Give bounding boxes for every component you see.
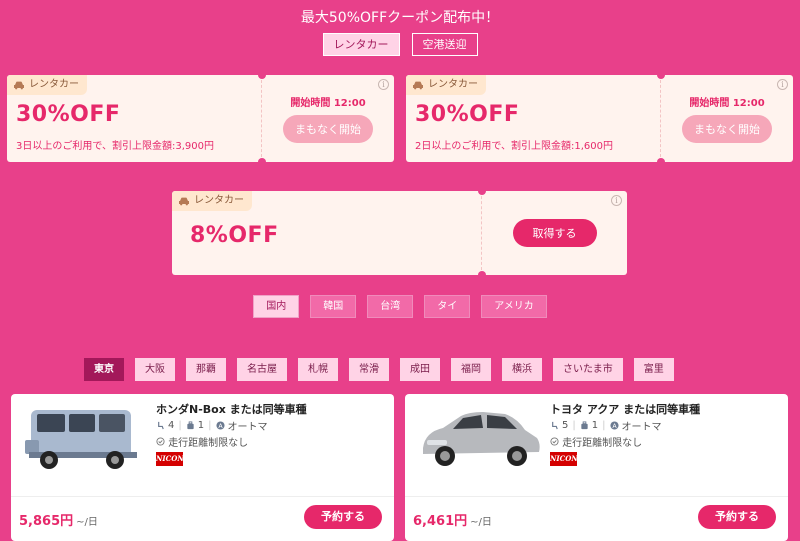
coupon-tag-label: レンタカー xyxy=(194,195,244,206)
car-name: ホンダN-Box または同等車種 xyxy=(156,403,307,416)
price-value: 6,461円 xyxy=(413,514,468,529)
price-unit: ~/日 xyxy=(76,517,98,528)
coupon-action: i 開始時間 12:00 まもなく開始 xyxy=(258,71,394,166)
coupon-notch xyxy=(258,71,266,79)
price-unit: ~/日 xyxy=(470,517,492,528)
divider xyxy=(11,496,394,497)
coupon-main: レンタカー 8%OFF xyxy=(172,191,481,275)
coupon-tag: レンタカー xyxy=(7,75,87,95)
city-tab[interactable]: 名古屋 xyxy=(237,358,287,381)
city-tab[interactable]: 札幌 xyxy=(298,358,338,381)
brand-logo: NICONICO xyxy=(156,452,199,466)
automatic-icon: A xyxy=(215,421,225,430)
seat-count: 5 xyxy=(562,420,569,431)
luggage-count: 1 xyxy=(197,420,205,431)
coupon-discount: 30%OFF xyxy=(415,102,520,127)
check-circle-icon xyxy=(550,437,559,446)
category-tabs: レンタカー 空港送迎 xyxy=(0,33,800,56)
coupon-card: レンタカー 8%OFF i 取得する xyxy=(172,187,627,279)
coupon-notch xyxy=(657,71,665,79)
divider xyxy=(405,496,788,497)
price: 6,461円 ~/日 xyxy=(413,510,492,529)
mileage-label: 走行距離制限なし xyxy=(168,438,249,449)
city-tab[interactable]: 那覇 xyxy=(186,358,226,381)
mileage-info: 走行距離制限なし xyxy=(156,434,248,449)
tab-airport-transfer[interactable]: 空港送迎 xyxy=(411,33,478,56)
coupon-condition: 3日以上のご利用で、割引上限金額:3,900円 xyxy=(16,141,214,152)
coupon-tag-label: レンタカー xyxy=(428,79,478,90)
coupon-notch xyxy=(478,187,486,195)
tab-country-usa[interactable]: アメリカ xyxy=(481,295,547,318)
coupon-tag: レンタカー xyxy=(406,75,486,95)
coming-soon-button[interactable]: まもなく開始 xyxy=(682,115,772,143)
coupon-tag: レンタカー xyxy=(172,191,252,211)
coupon-condition: 2日以上のご利用で、割引上限金額:1,600円 xyxy=(415,141,613,152)
city-tab[interactable]: 横浜 xyxy=(502,358,542,381)
car-card[interactable]: トヨタ アクア または同等車種 5 | 1 | A オートマ 走行距離制限なし … xyxy=(405,394,788,541)
city-tab[interactable]: 東京 xyxy=(84,358,124,381)
svg-text:A: A xyxy=(612,423,617,430)
city-tabs: 東京 大阪 那覇 名古屋 札幌 常滑 成田 福岡 横浜 さいたま市 富里 xyxy=(84,358,674,381)
transmission: オートマ xyxy=(621,422,662,433)
car-image xyxy=(413,402,548,472)
coupon-notch xyxy=(258,158,266,166)
book-button[interactable]: 予約する xyxy=(698,505,776,529)
price-value: 5,865円 xyxy=(19,514,74,529)
country-tabs: 国内 韓国 台湾 タイ アメリカ xyxy=(0,295,800,318)
svg-text:A: A xyxy=(218,423,223,430)
transmission: オートマ xyxy=(227,422,268,433)
coupon-card: レンタカー 30%OFF 2日以上のご利用で、割引上限金額:1,600円 i 開… xyxy=(406,71,793,166)
coupon-main: レンタカー 30%OFF 3日以上のご利用で、割引上限金額:3,900円 xyxy=(7,75,261,162)
coupon-notch xyxy=(478,271,486,279)
mileage-info: 走行距離制限なし xyxy=(550,434,642,449)
city-tab[interactable]: 成田 xyxy=(400,358,440,381)
coupon-main: レンタカー 30%OFF 2日以上のご利用で、割引上限金額:1,600円 xyxy=(406,75,660,162)
luggage-count: 1 xyxy=(591,420,599,431)
city-tab[interactable]: 常滑 xyxy=(349,358,389,381)
coupon-card: レンタカー 30%OFF 3日以上のご利用で、割引上限金額:3,900円 i 開… xyxy=(7,71,394,166)
luggage-icon xyxy=(187,421,194,430)
car-specs: 4 | 1 | A オートマ xyxy=(156,418,268,433)
info-icon[interactable]: i xyxy=(378,79,389,90)
brand-logo: NICONICO xyxy=(550,452,593,466)
coupon-tag-label: レンタカー xyxy=(29,79,79,90)
info-icon[interactable]: i xyxy=(777,79,788,90)
claim-coupon-button[interactable]: 取得する xyxy=(512,219,597,247)
car-icon xyxy=(412,81,424,90)
tab-country-korea[interactable]: 韓国 xyxy=(310,295,357,318)
seat-icon xyxy=(158,421,164,430)
luggage-icon xyxy=(581,421,588,430)
car-image xyxy=(19,402,154,472)
car-card[interactable]: ホンダN-Box または同等車種 4 | 1 | A オートマ 走行距離制限なし… xyxy=(11,394,394,541)
coupon-start-time: 開始時間 12:00 xyxy=(689,98,765,109)
seat-icon xyxy=(552,421,558,430)
coupon-notch xyxy=(657,158,665,166)
automatic-icon: A xyxy=(609,421,619,430)
coupon-action: i 取得する xyxy=(478,187,627,279)
car-specs: 5 | 1 | A オートマ xyxy=(550,418,662,433)
coupon-start-time: 開始時間 12:00 xyxy=(290,98,366,109)
car-icon xyxy=(178,197,190,206)
tab-country-taiwan[interactable]: 台湾 xyxy=(367,295,414,318)
price: 5,865円 ~/日 xyxy=(19,510,98,529)
city-tab[interactable]: 富里 xyxy=(633,358,674,381)
car-icon xyxy=(13,81,25,90)
seat-count: 4 xyxy=(168,420,175,431)
check-circle-icon xyxy=(156,437,165,446)
city-tab[interactable]: 福岡 xyxy=(451,358,491,381)
mileage-label: 走行距離制限なし xyxy=(562,438,643,449)
tab-country-japan[interactable]: 国内 xyxy=(253,295,300,318)
coupon-discount: 30%OFF xyxy=(16,102,121,127)
tab-country-thailand[interactable]: タイ xyxy=(424,295,471,318)
city-tab[interactable]: さいたま市 xyxy=(553,358,623,381)
promo-headline: 最大50%OFFクーポン配布中！ xyxy=(300,10,500,26)
book-button[interactable]: 予約する xyxy=(304,505,382,529)
coming-soon-button[interactable]: まもなく開始 xyxy=(283,115,373,143)
city-tab[interactable]: 大阪 xyxy=(135,358,175,381)
coupon-action: i 開始時間 12:00 まもなく開始 xyxy=(657,71,793,166)
car-name: トヨタ アクア または同等車種 xyxy=(550,403,701,416)
coupon-discount: 8%OFF xyxy=(190,223,279,248)
info-icon[interactable]: i xyxy=(611,195,622,206)
tab-rental-car[interactable]: レンタカー xyxy=(322,33,400,56)
